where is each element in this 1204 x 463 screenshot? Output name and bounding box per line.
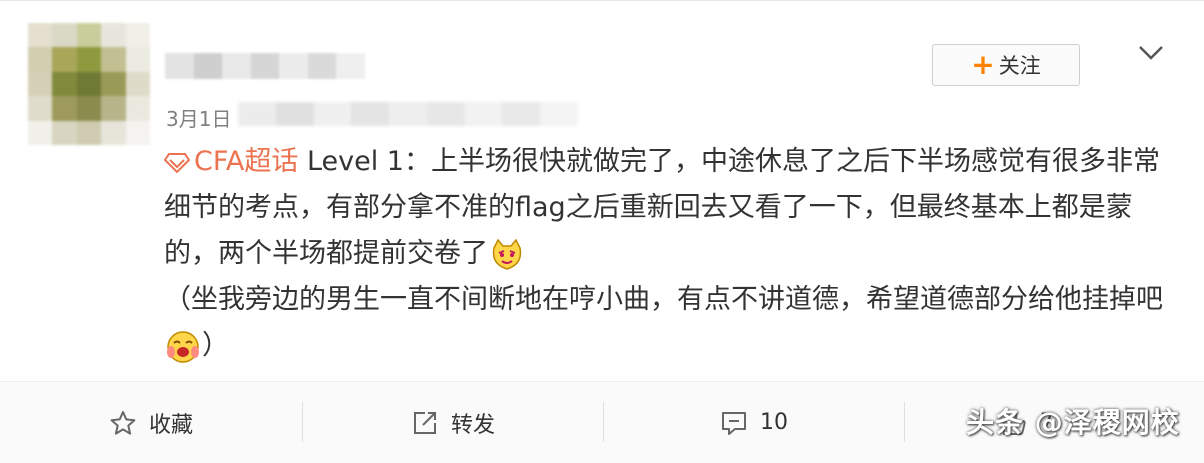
- favorite-button[interactable]: 收藏: [0, 382, 302, 463]
- comment-button[interactable]: 10: [604, 382, 904, 463]
- topic-link[interactable]: CFA超话: [163, 146, 299, 177]
- repost-label: 转发: [450, 412, 495, 438]
- plus-icon: +: [971, 48, 995, 81]
- action-divider: [904, 402, 905, 442]
- star-icon: [110, 410, 136, 435]
- repost-icon: [413, 411, 436, 434]
- comment-count: 10: [760, 410, 788, 435]
- repost-button[interactable]: 转发: [303, 382, 603, 463]
- post-text-3: ）: [202, 330, 229, 361]
- weibo-post-card: 3月1日 + 关注 CFA超话 Level 1：上半场很快就做完了，中途休息了之…: [0, 0, 1204, 463]
- watermark: 头条 @泽稷网校: [966, 406, 1180, 439]
- post-content: CFA超话 Level 1：上半场很快就做完了，中途休息了之后下半场感觉有很多非…: [163, 139, 1164, 369]
- smug-cat-emoji-icon: [492, 238, 522, 270]
- follow-label: 关注: [998, 54, 1041, 78]
- crying-laugh-emoji-icon: [167, 330, 199, 363]
- topic-label: CFA超话: [194, 146, 299, 177]
- post-source-redacted: [238, 102, 579, 126]
- username-redacted: [165, 53, 366, 79]
- post-text-1: Level 1：上半场很快就做完了，中途休息了之后下半场感觉有很多非常细节的考点…: [164, 146, 1160, 269]
- post-text-2: （坐我旁边的男生一直不间断地在哼小曲，有点不讲道德，希望道德部分给他挂掉吧: [164, 284, 1163, 315]
- topic-icon: [163, 153, 191, 174]
- comment-icon: [722, 411, 746, 435]
- avatar[interactable]: [28, 23, 150, 145]
- chevron-down-icon[interactable]: [1136, 41, 1166, 65]
- follow-button[interactable]: + 关注: [932, 44, 1080, 86]
- favorite-label: 收藏: [148, 412, 193, 438]
- post-date[interactable]: 3月1日: [166, 103, 231, 132]
